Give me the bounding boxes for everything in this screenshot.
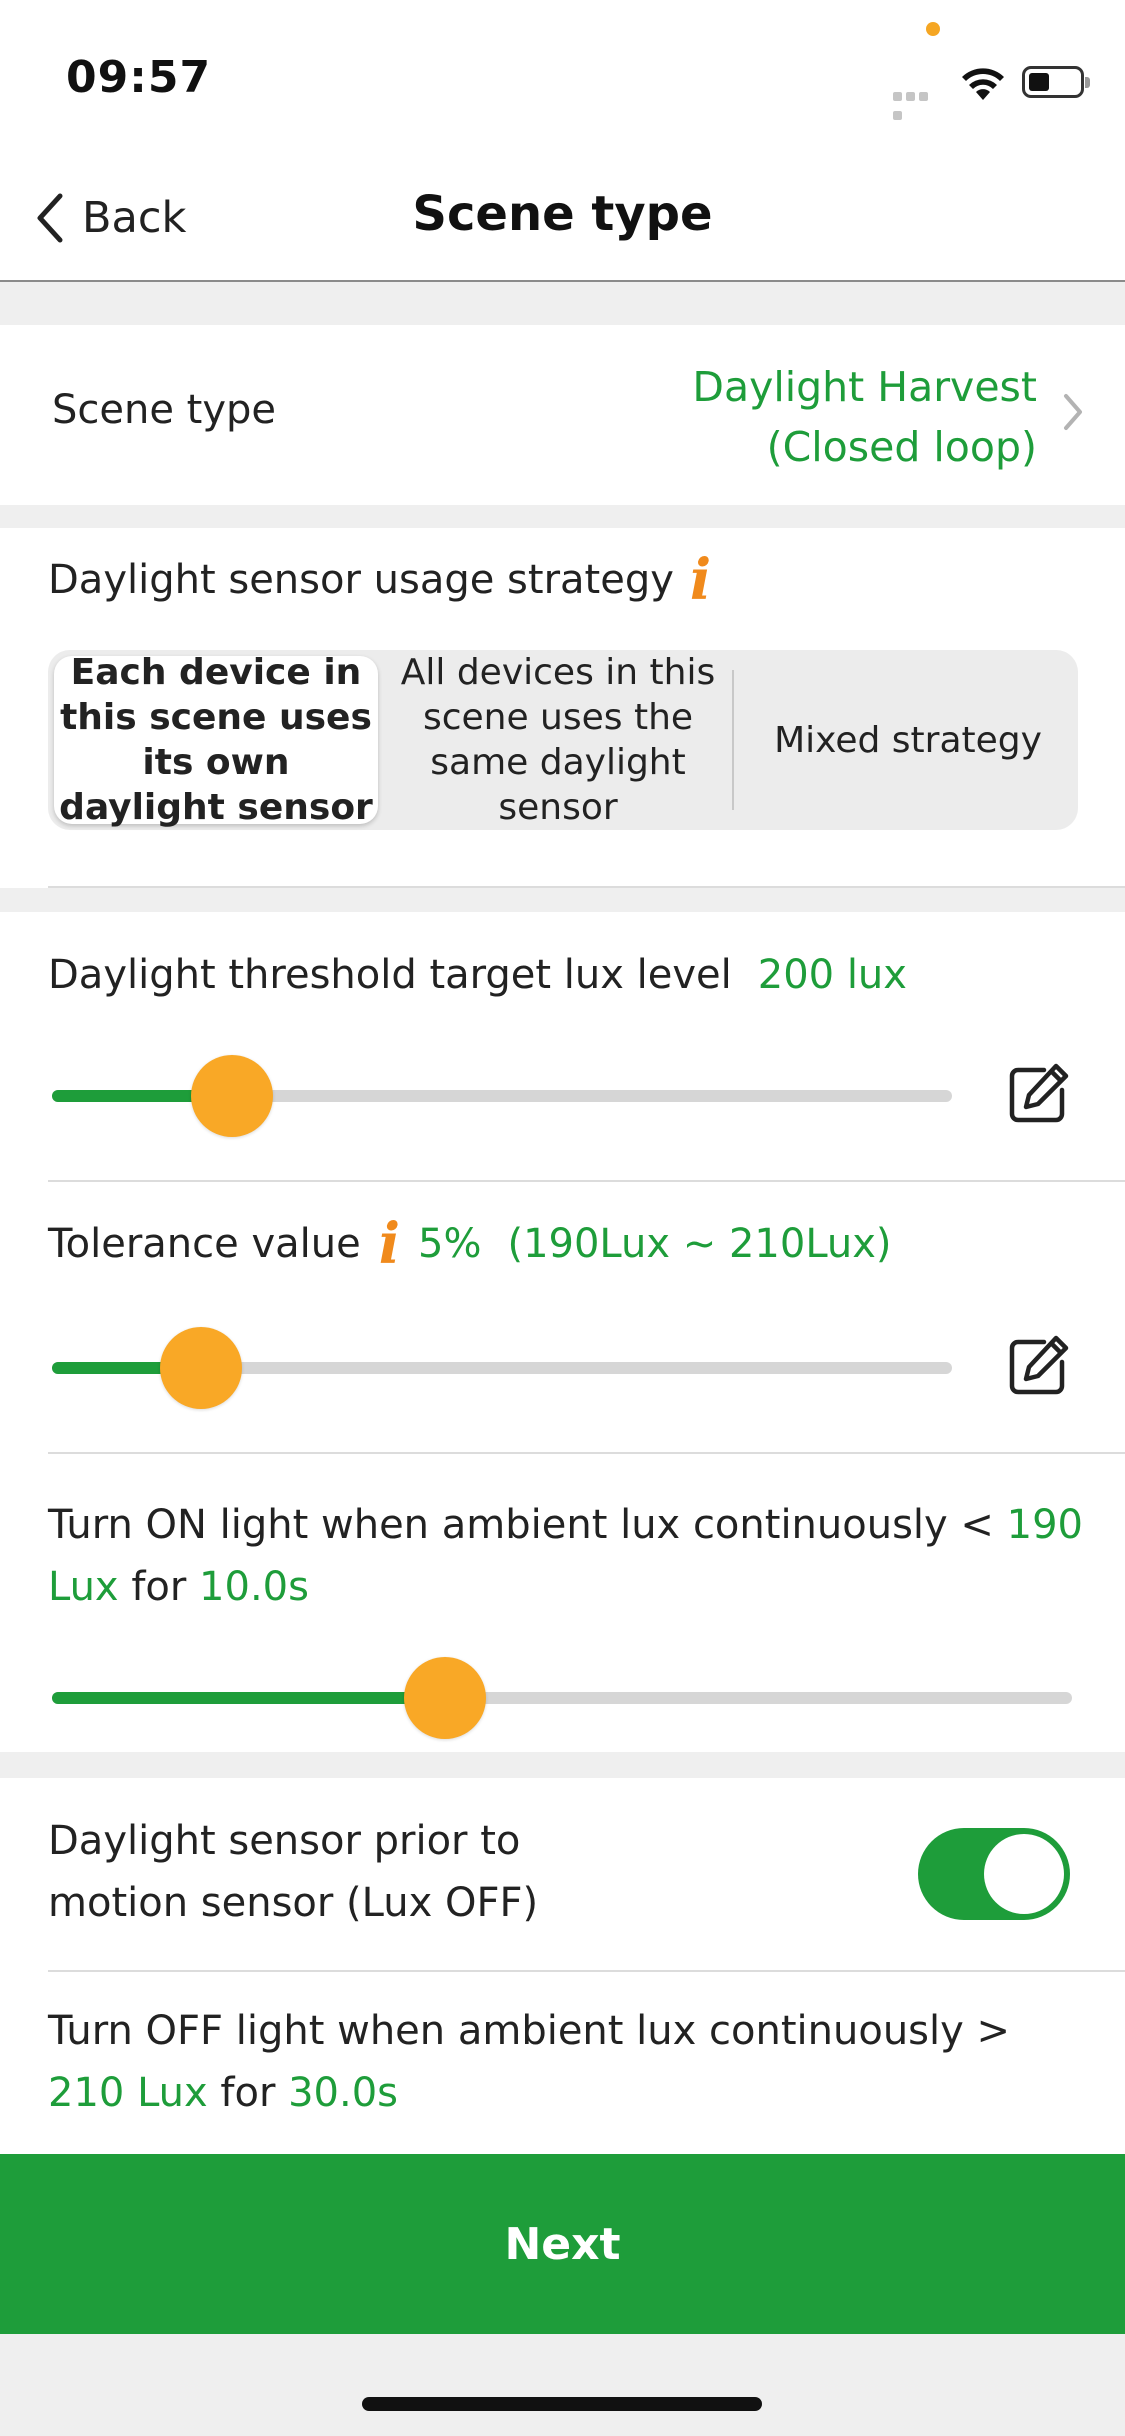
tolerance-slider-knob[interactable] [159, 1327, 242, 1409]
scene-type-row[interactable]: Scene type Daylight Harvest (Closed loop… [0, 325, 1125, 505]
tolerance-title: Tolerance value i 5% (190Lux ~ 210Lux) [48, 1216, 892, 1272]
bottom-safe-area [0, 2334, 1125, 2436]
strategy-section: Daylight sensor usage strategy i Each de… [0, 528, 1125, 888]
lux-off-section: Daylight sensor prior to motion sensor (… [0, 1778, 1125, 2156]
divider [48, 1180, 1125, 1182]
tolerance-slider[interactable] [52, 1327, 952, 1409]
turn-on-line1: Turn ON light when ambient lux continuou… [48, 1494, 1083, 1556]
divider [48, 1452, 1125, 1454]
battery-icon [1022, 66, 1090, 98]
status-bar: 09:57 [0, 0, 1125, 150]
strategy-segmented-control: Each device in this scene uses its own d… [48, 650, 1078, 830]
strategy-option-mixed[interactable]: Mixed strategy [738, 650, 1078, 830]
turn-on-slider-fill [52, 1692, 445, 1704]
scene-type-value-line1: Daylight Harvest [692, 363, 1037, 411]
segment-divider [732, 670, 734, 810]
turn-on-lux-value: 190 [1006, 1502, 1084, 1548]
wifi-icon [962, 68, 1004, 100]
chevron-right-icon [1064, 394, 1082, 430]
turn-off-duration: 30.0s [288, 2070, 399, 2116]
lux-settings-section: Daylight threshold target lux level 200 … [0, 912, 1125, 1752]
scene-type-value: Daylight Harvest (Closed loop) [692, 357, 1037, 477]
threshold-value: 200 lux [757, 952, 907, 998]
threshold-title: Daylight threshold target lux level 200 … [48, 952, 907, 998]
turn-on-line2: Lux for 10.0s [48, 1556, 1083, 1618]
status-time: 09:57 [66, 52, 212, 103]
daylight-prior-toggle[interactable] [918, 1828, 1070, 1920]
scene-type-label: Scene type [52, 387, 277, 433]
threshold-label: Daylight threshold target lux level [48, 952, 732, 998]
turn-off-description: Turn OFF light when ambient lux continuo… [48, 2000, 1010, 2124]
next-button[interactable]: Next [0, 2154, 1125, 2334]
info-icon[interactable]: i [379, 1216, 400, 1272]
prior-label-line1: Daylight sensor prior to [48, 1818, 521, 1864]
threshold-slider-knob[interactable] [191, 1055, 273, 1137]
threshold-slider[interactable] [52, 1055, 952, 1137]
prior-label: Daylight sensor prior to motion sensor (… [48, 1810, 538, 1934]
strategy-option-same-sensor[interactable]: All devices in this scene uses the same … [388, 650, 728, 830]
tolerance-value: 5% [418, 1221, 482, 1267]
home-indicator[interactable] [362, 2397, 762, 2411]
scene-type-value-line2: (Closed loop) [766, 423, 1037, 471]
page-title: Scene type [412, 186, 713, 242]
turn-on-prefix: Turn ON light when ambient lux continuou… [48, 1502, 1007, 1548]
tolerance-range: (190Lux ~ 210Lux) [507, 1221, 892, 1267]
toggle-thumb [984, 1834, 1064, 1914]
edit-tolerance-icon[interactable] [1006, 1334, 1070, 1398]
divider [48, 886, 1125, 888]
turn-off-for: for [207, 2070, 289, 2116]
turn-on-lux-unit: Lux [48, 1564, 119, 1610]
prior-label-line2: motion sensor (Lux OFF) [48, 1880, 539, 1926]
turn-on-slider-knob[interactable] [403, 1657, 486, 1739]
strategy-label-row: Daylight sensor usage strategy i [48, 552, 711, 608]
cellular-signal-icon [893, 86, 943, 120]
navigation-bar: Back Scene type [0, 150, 1125, 282]
turn-on-duration: 10.0s [199, 1564, 309, 1610]
strategy-option-own-sensor[interactable]: Each device in this scene uses its own d… [54, 652, 378, 828]
strategy-label: Daylight sensor usage strategy [48, 557, 674, 603]
info-icon[interactable]: i [690, 552, 711, 608]
turn-off-line1: Turn OFF light when ambient lux continuo… [48, 2008, 1011, 2054]
privacy-indicator-dot [926, 22, 940, 36]
turn-on-duration-slider[interactable] [52, 1657, 1072, 1739]
edit-threshold-icon[interactable] [1006, 1062, 1070, 1126]
turn-off-line2: 210 Lux for 30.0s [48, 2062, 1010, 2124]
turn-on-description: Turn ON light when ambient lux continuou… [48, 1494, 1083, 1618]
turn-on-for: for [118, 1564, 200, 1610]
divider [48, 1970, 1125, 1972]
turn-off-lux: 210 Lux [48, 2070, 208, 2116]
tolerance-label: Tolerance value [48, 1221, 361, 1267]
